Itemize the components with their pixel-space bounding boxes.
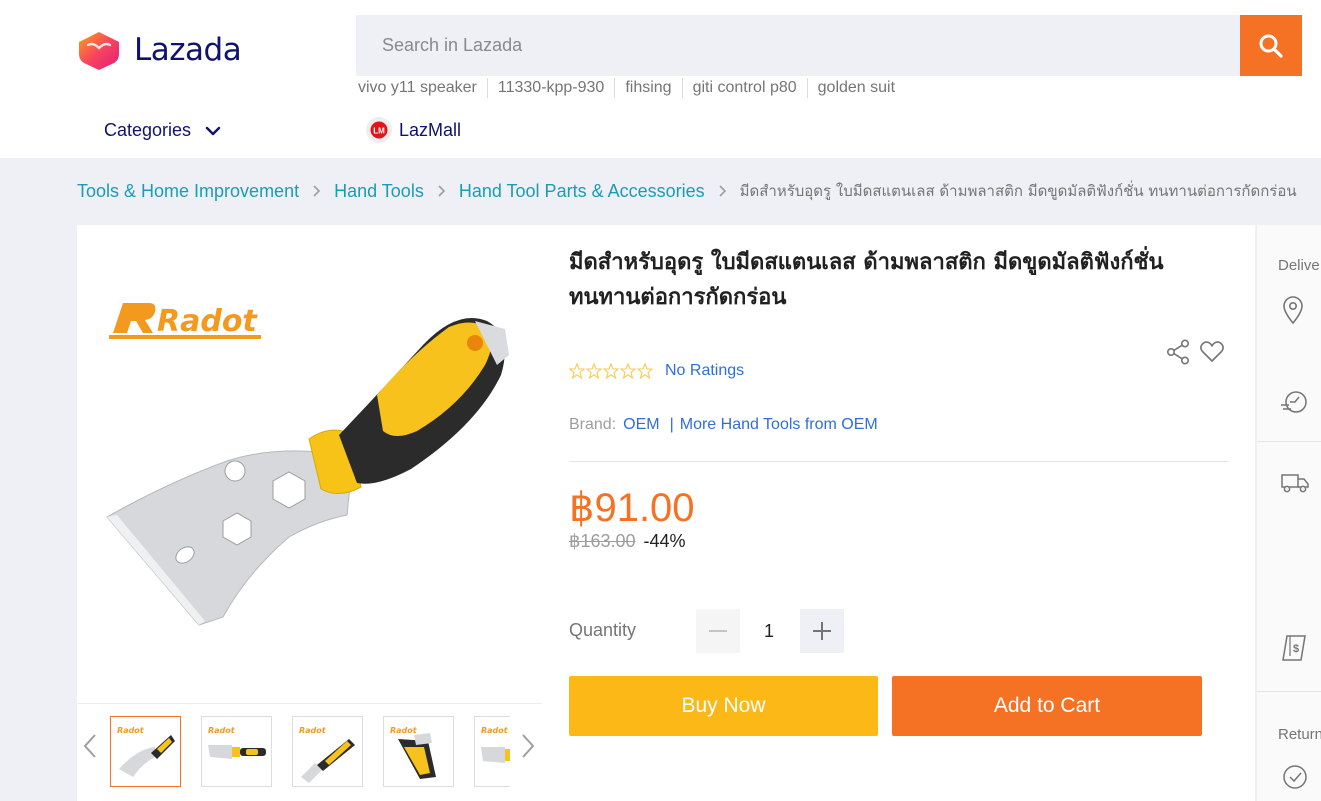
logo-text: Lazada	[134, 32, 242, 68]
svg-text:Radot: Radot	[117, 726, 145, 735]
thumbnail-strip: Radot Radot Radot Radot Radot	[110, 716, 510, 788]
search-suggestion-link[interactable]: fihsing	[614, 78, 681, 98]
search-input[interactable]	[356, 15, 1240, 76]
brand-label: Brand:	[569, 416, 617, 433]
brand-row: Brand: OEM | More Hand Tools from OEM	[569, 416, 878, 434]
lazada-heart-logo-icon	[79, 32, 119, 70]
svg-text:Radot: Radot	[481, 726, 509, 735]
side-divider	[1257, 691, 1321, 692]
quantity-label: Quantity	[569, 620, 637, 640]
svg-text:Radot: Radot	[208, 726, 236, 735]
brand-link[interactable]: OEM	[623, 416, 659, 434]
brand-separator: |	[669, 416, 674, 433]
current-price: ฿91.00	[569, 486, 695, 530]
product-info: มีดสำหรับอุดรู ใบมีดสแตนเลส ด้ามพลาสติก …	[569, 225, 1229, 801]
categories-label: Categories	[104, 120, 192, 140]
chevron-right-icon	[718, 184, 727, 198]
breadcrumb-current: มีดสำหรับอุดรู ใบมีดสแตนเลส ด้ามพลาสติก …	[739, 182, 1297, 200]
product-thumbnail[interactable]: Radot	[201, 716, 272, 787]
product-thumbnail[interactable]: Radot	[292, 716, 363, 787]
thumbnail-next-button[interactable]	[521, 733, 535, 764]
search-icon	[1259, 34, 1283, 58]
product-thumbnail[interactable]: Radot	[110, 716, 181, 787]
quantity-input[interactable]	[747, 609, 791, 653]
svg-text:$: $	[1293, 643, 1299, 655]
search-suggestions: vivo y11 speaker 11330-kpp-930 fihsing g…	[358, 78, 905, 98]
search-suggestion-link[interactable]: vivo y11 speaker	[358, 78, 487, 98]
product-thumbnail[interactable]: Radot	[383, 716, 454, 787]
svg-text:Radot: Radot	[390, 726, 418, 735]
more-from-brand-link[interactable]: More Hand Tools from OEM	[680, 416, 878, 434]
search-suggestion-link[interactable]: golden suit	[806, 78, 905, 98]
heart-icon[interactable]	[1199, 340, 1225, 364]
location-pin-icon	[1283, 296, 1303, 325]
breadcrumb: Tools & Home Improvement Hand Tools Hand…	[77, 179, 1321, 203]
product-title: มีดสำหรับอุดรู ใบมีดสแตนเลส ด้ามพลาสติก …	[569, 250, 1164, 310]
discount-badge: -44%	[643, 531, 686, 551]
star-outline-icon	[586, 363, 602, 379]
search-suggestion-link[interactable]: 11330-kpp-930	[486, 78, 614, 98]
delivery-truck-icon	[1281, 474, 1309, 493]
rating-stars	[569, 363, 653, 379]
product-main-image[interactable]: Radot	[77, 225, 542, 703]
plus-icon	[813, 622, 831, 640]
delivery-heading: Delive	[1278, 257, 1320, 274]
star-outline-icon	[569, 363, 585, 379]
breadcrumb-link[interactable]: Hand Tool Parts & Accessories	[459, 181, 705, 202]
returns-heading: Return	[1278, 726, 1321, 743]
product-card: Radot Radot Radot Radot Radot Radot มีดส…	[77, 225, 1255, 801]
share-icon[interactable]	[1166, 339, 1190, 365]
return-policy-icon	[1283, 765, 1307, 789]
cash-on-delivery-icon: $	[1282, 635, 1306, 661]
gallery-divider	[77, 703, 542, 704]
chevron-left-icon	[83, 734, 96, 758]
chevron-right-icon	[522, 734, 535, 758]
info-divider	[569, 461, 1229, 462]
lazmall-link[interactable]: LM LazMall	[366, 117, 461, 143]
site-header: Lazada vivo y11 speaker 11330-kpp-930 fi…	[0, 0, 1321, 158]
product-gallery: Radot Radot Radot Radot Radot Radot	[77, 225, 542, 801]
minus-icon	[709, 630, 727, 632]
ratings-link[interactable]: No Ratings	[665, 362, 744, 380]
svg-text:Radot: Radot	[299, 726, 327, 735]
add-to-cart-button[interactable]: Add to Cart	[892, 676, 1202, 736]
chevron-right-icon	[312, 184, 321, 198]
quantity-decrease-button[interactable]	[696, 609, 740, 653]
breadcrumb-link[interactable]: Hand Tools	[334, 181, 424, 202]
lazada-logo[interactable]: Lazada	[76, 30, 242, 70]
buy-now-button[interactable]: Buy Now	[569, 676, 878, 736]
radot-logo-text: Radot	[157, 304, 258, 339]
lazmall-icon: LM	[366, 117, 392, 143]
search-bar	[356, 15, 1302, 76]
search-suggestion-link[interactable]: giti control p80	[681, 78, 807, 98]
original-price-row: ฿163.00 -44%	[569, 531, 686, 552]
lazmall-badge-text: LM	[373, 127, 385, 136]
delivery-side-panel: Delive $ Return	[1257, 225, 1321, 801]
original-price: ฿163.00	[569, 531, 636, 551]
product-thumbnail[interactable]: Radot	[474, 716, 510, 787]
breadcrumb-link[interactable]: Tools & Home Improvement	[77, 181, 299, 202]
chevron-down-icon	[205, 126, 221, 135]
side-divider	[1257, 441, 1321, 442]
radot-brand-logo: Radot	[109, 303, 261, 339]
lazmall-label: LazMall	[399, 119, 462, 140]
product-rating: No Ratings	[569, 362, 744, 380]
quantity-increase-button[interactable]	[800, 609, 844, 653]
categories-menu[interactable]: Categories	[104, 120, 221, 141]
thumbnail-prev-button[interactable]	[83, 733, 97, 764]
search-button[interactable]	[1240, 15, 1302, 76]
fast-delivery-icon	[1281, 391, 1307, 413]
star-outline-icon	[637, 363, 653, 379]
star-outline-icon	[603, 363, 619, 379]
star-outline-icon	[620, 363, 636, 379]
chevron-right-icon	[437, 184, 446, 198]
